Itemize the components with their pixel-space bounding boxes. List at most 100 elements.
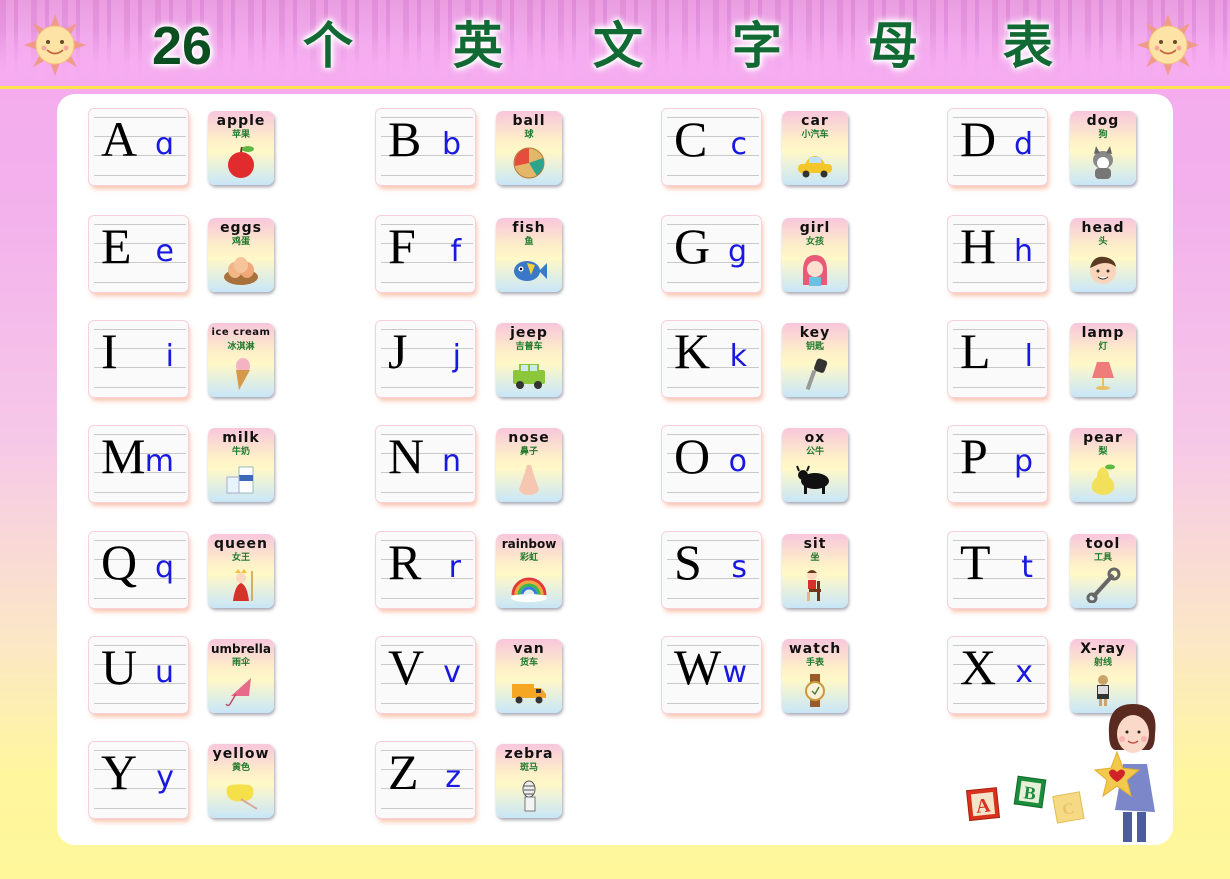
english-word: fish — [512, 220, 546, 236]
letter-card-j: Jj — [376, 321, 475, 397]
title-char: 英 — [453, 17, 503, 75]
letter-card-g: Gg — [662, 216, 761, 292]
lowercase-letter: p — [1013, 444, 1033, 479]
guide-line — [953, 492, 1045, 493]
chinese-word: 鱼 — [524, 237, 534, 247]
lowercase-letter: i — [165, 339, 174, 374]
picture-card-l: lamp 灯 — [1070, 323, 1136, 397]
letter-card-b: Bb — [376, 109, 475, 185]
uppercase-letter: Y — [101, 744, 138, 800]
girl-icon — [782, 250, 848, 288]
guide-line — [94, 175, 186, 176]
picture-card-q: queen 女王 — [208, 534, 274, 608]
guide-line — [381, 808, 473, 809]
chinese-word: 雨伞 — [231, 658, 250, 668]
english-word: watch — [788, 641, 842, 657]
lowercase-letter: d — [1013, 127, 1033, 162]
guide-line — [667, 175, 759, 176]
letter-card-k: Kk — [662, 321, 761, 397]
chinese-word: 彩虹 — [519, 553, 538, 563]
english-word: pear — [1083, 430, 1123, 446]
uppercase-letter: I — [101, 323, 118, 379]
picture-card-p: pear 梨 — [1070, 428, 1136, 502]
uppercase-letter: O — [674, 428, 711, 484]
picture-card-h: head 头 — [1070, 218, 1136, 292]
picture-card-m: milk 牛奶 — [208, 428, 274, 502]
chinese-word: 灯 — [1098, 342, 1108, 352]
title-char: 母 — [868, 17, 918, 75]
umbrella-icon — [208, 671, 274, 709]
picture-card-f: fish 鱼 — [496, 218, 562, 292]
title-char: 文 — [593, 17, 643, 75]
chinese-word: 梨 — [1098, 447, 1108, 457]
lowercase-letter: b — [441, 127, 461, 162]
guide-line — [381, 175, 473, 176]
guide-line — [381, 282, 473, 283]
guide-line — [667, 387, 759, 388]
english-word: umbrella — [210, 642, 272, 656]
uppercase-letter: V — [388, 639, 425, 695]
guide-line — [94, 598, 186, 599]
picture-card-c: car 小汽车 — [782, 111, 848, 185]
guide-line — [953, 703, 1045, 704]
picture-card-g: girl 女孩 — [782, 218, 848, 292]
lowercase-letter: w — [722, 655, 747, 690]
letter-card-o: Oo — [662, 426, 761, 502]
guide-line — [381, 703, 473, 704]
uppercase-letter: H — [960, 218, 997, 274]
lowercase-letter: u — [154, 655, 174, 690]
english-word: girl — [799, 220, 831, 236]
picture-card-u: umbrella 雨伞 — [208, 639, 274, 713]
guide-line — [667, 492, 759, 493]
letter-card-m: Mm — [89, 426, 188, 502]
english-word: lamp — [1081, 325, 1125, 341]
guide-line — [381, 387, 473, 388]
ice-cream-icon — [208, 355, 274, 393]
chinese-word: 工具 — [1093, 553, 1112, 563]
letter-card-r: Rr — [376, 532, 475, 608]
chinese-word: 苹果 — [231, 130, 250, 140]
picture-card-a: apple 苹果 — [208, 111, 274, 185]
ball-icon — [496, 143, 562, 181]
sitting-boy-icon — [782, 566, 848, 604]
uppercase-letter: S — [674, 534, 702, 590]
english-word: car — [801, 113, 829, 129]
uppercase-letter: A — [101, 111, 138, 167]
chinese-word: 鸡蛋 — [231, 237, 250, 247]
chinese-word: 公牛 — [805, 447, 824, 457]
uppercase-letter: J — [388, 323, 408, 379]
guide-line — [94, 492, 186, 493]
title-char: 个 — [303, 17, 353, 75]
chinese-word: 女王 — [231, 553, 250, 563]
milk-icon — [208, 460, 274, 498]
picture-card-i: ice cream 冰淇淋 — [208, 323, 274, 397]
english-word: van — [513, 641, 545, 657]
guide-line — [94, 282, 186, 283]
lamp-icon — [1070, 355, 1136, 393]
guide-line — [667, 703, 759, 704]
picture-card-r: rainbow 彩虹 — [496, 534, 562, 608]
lowercase-letter: t — [1021, 550, 1033, 585]
chinese-word: 球 — [524, 130, 534, 140]
lowercase-letter: v — [443, 655, 461, 690]
letter-card-c: Cc — [662, 109, 761, 185]
english-word: ox — [804, 430, 826, 446]
uppercase-letter: E — [101, 218, 132, 274]
uppercase-letter: P — [960, 428, 988, 484]
guide-line — [953, 387, 1045, 388]
english-word: ball — [512, 113, 546, 129]
chinese-word: 射线 — [1093, 658, 1112, 668]
uppercase-letter: M — [101, 428, 146, 484]
uppercase-letter: T — [960, 534, 991, 590]
uppercase-letter: R — [388, 534, 422, 590]
lowercase-letter: x — [1015, 655, 1033, 690]
letter-card-e: Ee — [89, 216, 188, 292]
letter-card-q: Qq — [89, 532, 188, 608]
title-char: 字 — [732, 17, 782, 75]
english-word: tool — [1085, 536, 1121, 552]
uppercase-letter: Z — [388, 744, 419, 800]
letter-card-w: Ww — [662, 637, 761, 713]
letter-card-f: Ff — [376, 216, 475, 292]
uppercase-letter: C — [674, 111, 708, 167]
picture-card-j: jeep 吉普车 — [496, 323, 562, 397]
